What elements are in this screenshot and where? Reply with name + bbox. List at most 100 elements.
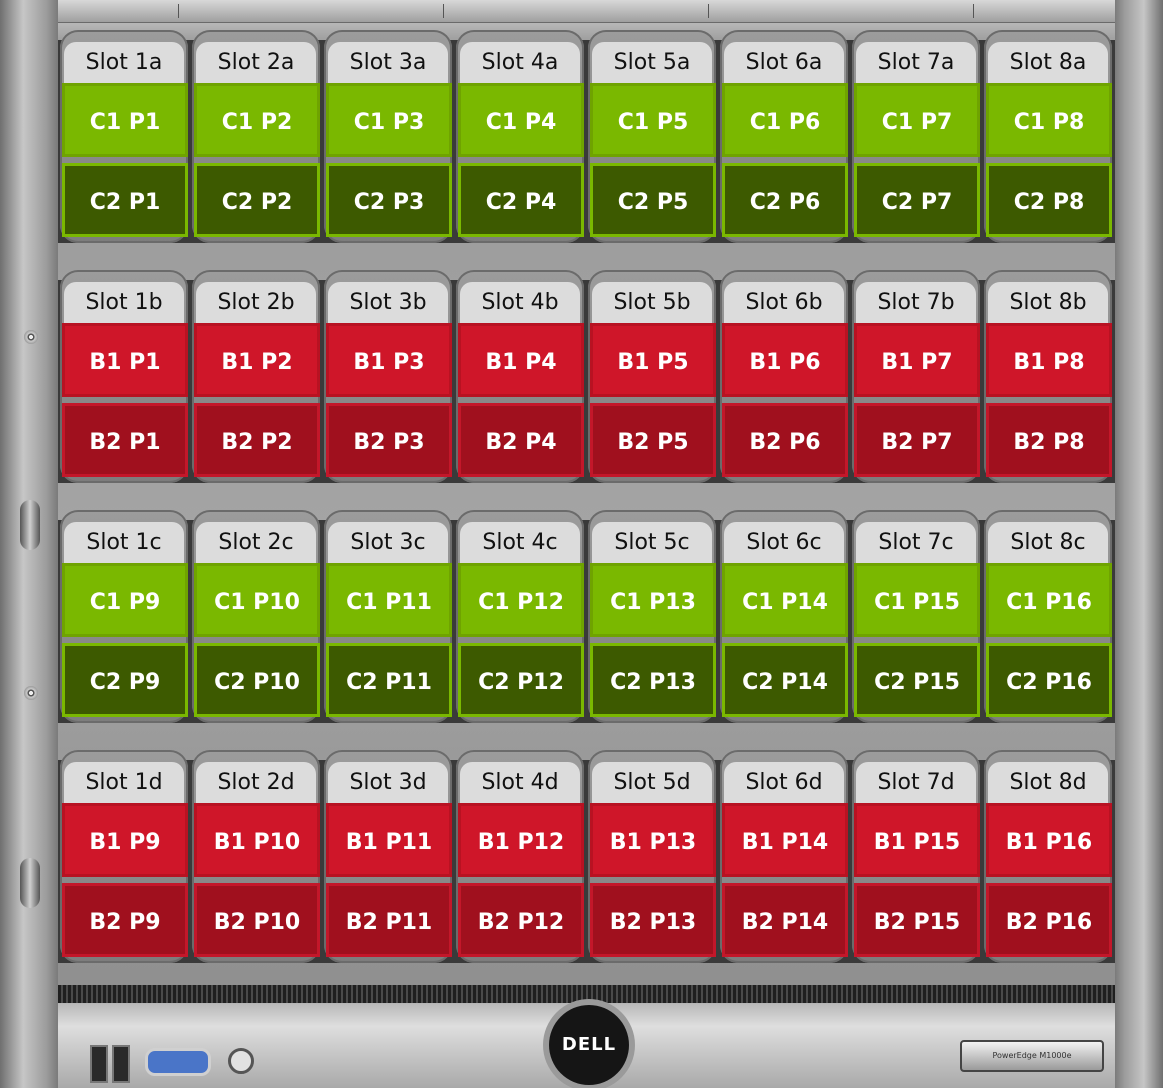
slot-label: Slot 3d [328,762,448,803]
port-cell: B1 P10 [194,803,320,877]
slot-label: Slot 1a [64,42,184,83]
port-cell: B2 P12 [458,883,584,957]
chassis-handle [20,500,40,550]
screw-icon [24,330,38,344]
slot-label: Slot 6b [724,282,844,323]
port-cell: C1 P14 [722,563,848,637]
port-cell: B1 P12 [458,803,584,877]
port-cell: B2 P3 [326,403,452,477]
port-cell: C1 P13 [590,563,716,637]
slot-label: Slot 7b [856,282,976,323]
port-cell: C2 P5 [590,163,716,237]
port-cell: B1 P16 [986,803,1112,877]
top-strip [58,0,1115,23]
top-tick [443,4,444,18]
port-cell: C1 P2 [194,83,320,157]
port-cell: C1 P8 [986,83,1112,157]
port-cell: C1 P11 [326,563,452,637]
top-tick [973,4,974,18]
port-cell: C1 P9 [62,563,188,637]
screw-icon [1138,330,1152,344]
slot-label: Slot 3b [328,282,448,323]
slot-label: Slot 7d [856,762,976,803]
slot-label: Slot 8b [988,282,1108,323]
port-cell: C1 P16 [986,563,1112,637]
port-cell: B1 P9 [62,803,188,877]
port-cell: C1 P10 [194,563,320,637]
screw-icon [24,686,38,700]
slot-label: Slot 2b [196,282,316,323]
port-cell: C2 P16 [986,643,1112,717]
slot-label: Slot 8a [988,42,1108,83]
slot-label: Slot 2d [196,762,316,803]
slot-label: Slot 5b [592,282,712,323]
port-cell: B1 P8 [986,323,1112,397]
slot-label: Slot 6a [724,42,844,83]
model-plate: PowerEdge M1000e [960,1040,1104,1072]
port-cell: B1 P13 [590,803,716,877]
port-cell: B2 P1 [62,403,188,477]
usb-port-icon[interactable] [90,1045,108,1083]
port-cell: B1 P11 [326,803,452,877]
slot-label: Slot 1c [64,522,184,563]
port-cell: C2 P15 [854,643,980,717]
slot-label: Slot 3c [328,522,448,563]
slot-label: Slot 5d [592,762,712,803]
port-cell: B1 P4 [458,323,584,397]
port-cell: C2 P6 [722,163,848,237]
port-cell: C1 P5 [590,83,716,157]
port-cell: C2 P12 [458,643,584,717]
port-cell: C2 P4 [458,163,584,237]
port-cell: B2 P9 [62,883,188,957]
slot-label: Slot 2c [196,522,316,563]
slot-label: Slot 7c [856,522,976,563]
chassis-handle [1134,500,1154,550]
port-cell: B2 P7 [854,403,980,477]
port-cell: B1 P5 [590,323,716,397]
port-cell: B2 P6 [722,403,848,477]
port-cell: C2 P7 [854,163,980,237]
port-cell: C2 P14 [722,643,848,717]
slot-label: Slot 4d [460,762,580,803]
port-cell: C2 P11 [326,643,452,717]
port-cell: B2 P11 [326,883,452,957]
vga-port-icon[interactable] [145,1048,211,1076]
slot-label: Slot 6d [724,762,844,803]
vent-strip [58,985,1115,1003]
port-cell: C1 P4 [458,83,584,157]
slot-label: Slot 6c [724,522,844,563]
port-cell: C2 P3 [326,163,452,237]
blade-chassis: Slot 1a C1 P1 C2 P1 Slot 2a C1 P2 C2 P2 Slot 3… [0,0,1163,1088]
port-cell: B2 P16 [986,883,1112,957]
slot-label: Slot 3a [328,42,448,83]
usb-port-icon[interactable] [112,1045,130,1083]
port-cell: B2 P2 [194,403,320,477]
port-cell: B2 P10 [194,883,320,957]
port-cell: B2 P15 [854,883,980,957]
port-cell: B1 P6 [722,323,848,397]
port-cell: C2 P8 [986,163,1112,237]
slot-label: Slot 4b [460,282,580,323]
port-cell: C1 P12 [458,563,584,637]
slot-label: Slot 2a [196,42,316,83]
power-button-icon[interactable] [228,1048,254,1074]
port-cell: C1 P7 [854,83,980,157]
slot-label: Slot 5c [592,522,712,563]
dell-logo-icon: DELL [549,1005,629,1085]
port-cell: B1 P7 [854,323,980,397]
port-cell: C2 P13 [590,643,716,717]
top-tick [178,4,179,18]
port-cell: B1 P2 [194,323,320,397]
port-cell: B2 P4 [458,403,584,477]
slot-label: Slot 4c [460,522,580,563]
port-cell: C2 P9 [62,643,188,717]
port-cell: B2 P14 [722,883,848,957]
slot-label: Slot 8c [988,522,1108,563]
screw-icon [1138,686,1152,700]
port-cell: B2 P8 [986,403,1112,477]
chassis-handle [1134,858,1154,908]
slot-label: Slot 7a [856,42,976,83]
chassis-handle [20,858,40,908]
slot-label: Slot 5a [592,42,712,83]
port-cell: C1 P3 [326,83,452,157]
